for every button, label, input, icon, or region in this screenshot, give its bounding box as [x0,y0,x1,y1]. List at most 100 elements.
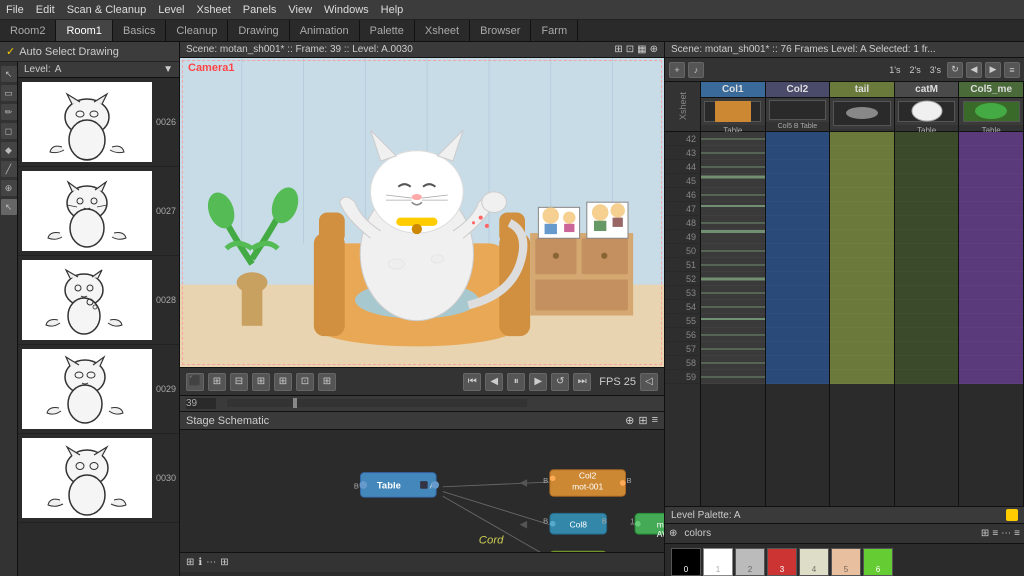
btn-step-back[interactable]: ◀ [485,373,503,391]
swatch-4[interactable]: 4 [799,548,829,576]
frame-num-50: 50 [665,244,700,258]
stage-zoom-icon[interactable]: ⊕ [625,414,634,427]
list-item[interactable]: 0026 [18,78,179,167]
btn-pause[interactable]: ⏸ [507,373,525,391]
tool-fill[interactable]: ◆ [1,142,17,158]
tool-select[interactable]: ▭ [1,85,17,101]
tl-time-1s[interactable]: 1's [886,65,903,75]
btn-view-mode[interactable]: ⊟ [230,373,248,391]
swatch-5[interactable]: 5 [831,548,861,576]
svg-text:mouth: mouth [657,520,664,530]
auto-select-bar: ✓ Auto Select Drawing [0,42,179,62]
palette-more-icon[interactable]: ≡ [1014,528,1020,539]
tab-basics[interactable]: Basics [113,20,166,41]
btn-render[interactable]: ⊞ [318,373,336,391]
stage-grid-icon[interactable]: ⊞ [220,557,228,568]
btn-fullscreen[interactable]: ⊡ [296,373,314,391]
stage-info-icon[interactable]: ℹ [198,557,202,568]
menu-windows[interactable]: Windows [324,4,369,16]
tab-drawing[interactable]: Drawing [228,20,289,41]
palette-list-icon[interactable]: ≡ [992,528,998,539]
btn-play[interactable]: ▶ [529,373,547,391]
node-graph-svg: Table A B Col2 mot-001 B B [180,430,664,572]
camera-label: Camera1 [188,62,234,74]
viewport: Camera1 [180,58,664,367]
frame-input[interactable] [186,398,216,409]
menu-help[interactable]: Help [381,4,404,16]
color-wheel-icon[interactable]: ⊕ [669,528,677,539]
menu-scan-cleanup[interactable]: Scan & Cleanup [67,4,147,16]
tab-palette[interactable]: Palette [360,20,415,41]
swatch-3[interactable]: 3 [767,548,797,576]
timeline-toolbar: + ♪ 1's 2's 3's ↻ ◀ ▶ ≡ [665,58,1024,82]
btn-fps-down[interactable]: ◁ [640,373,658,391]
tool-arrow[interactable]: ↖ [1,66,17,82]
btn-toggle-animate[interactable]: ⊞ [208,373,226,391]
col-header-col5me: Col5_me Table [959,82,1024,131]
scene-info-icon1[interactable]: ⊞ [614,44,622,55]
stage-nav-icon[interactable]: ⊞ [186,557,194,568]
scene-info-icon2[interactable]: ⊡ [626,44,634,55]
columns-header: Xsheet Col1 Table Col2 Col5 B Table [665,82,1024,132]
tab-room1[interactable]: Room1 [56,20,112,41]
btn-set-keyframe[interactable]: ⬛ [186,373,204,391]
tl-time-3s[interactable]: 3's [927,65,944,75]
drawings-panel: Level: A ▼ [18,62,179,576]
list-item[interactable]: 0030 [18,434,179,523]
swatch-0[interactable]: 0 [671,548,701,576]
stage-fit-icon[interactable]: ⊞ [638,414,647,427]
stage-options-icon[interactable]: ≡ [652,414,658,427]
btn-grid[interactable]: ⊞ [252,373,270,391]
list-item[interactable]: 0029 [18,345,179,434]
tl-col2 [766,132,831,506]
tool-zoom[interactable]: ⊕ [1,180,17,196]
stage-title: Stage Schematic [186,415,269,427]
tl-btn-next-key[interactable]: ▶ [985,62,1001,78]
scene-info-icon4[interactable]: ⊕ [650,44,658,55]
tl-btn-refresh[interactable]: ↻ [947,62,963,78]
auto-select-label: Auto Select Drawing [19,46,119,58]
tail-thumb [830,98,894,129]
btn-camera[interactable]: ⊞ [274,373,292,391]
tab-room2[interactable]: Room2 [0,20,56,41]
palette-grid-icon[interactable]: ⊞ [981,528,989,539]
tab-browser[interactable]: Browser [470,20,531,41]
swatch-6[interactable]: 6 [863,548,893,576]
tl-btn-add[interactable]: + [669,62,685,78]
tool-brush[interactable]: ✏ [1,104,17,120]
menu-edit[interactable]: Edit [36,4,55,16]
tab-farm[interactable]: Farm [531,20,578,41]
menu-level[interactable]: Level [158,4,184,16]
menu-file[interactable]: File [6,4,24,16]
scene-info-icon3[interactable]: ▦ [637,44,646,55]
tab-animation[interactable]: Animation [290,20,360,41]
menu-panels[interactable]: Panels [243,4,277,16]
tl-time-2s[interactable]: 2's [907,65,924,75]
swatch-1[interactable]: 1 [703,548,733,576]
frame-num-57: 57 [665,342,700,356]
list-item[interactable]: 0027 [18,167,179,256]
swatch-2[interactable]: 2 [735,548,765,576]
stage-dots-icon[interactable]: ⋯ [206,557,216,568]
level-name: A [55,64,62,75]
frame-num-47: 47 [665,202,700,216]
tl-btn-prev-key[interactable]: ◀ [966,62,982,78]
tool-eraser[interactable]: ◻ [1,123,17,139]
tool-line[interactable]: ╱ [1,161,17,177]
tab-cleanup[interactable]: Cleanup [166,20,228,41]
svg-text:B: B [602,517,607,526]
tab-xsheet[interactable]: Xsheet [415,20,470,41]
menu-xsheet[interactable]: Xsheet [197,4,231,16]
list-item[interactable]: 0028 [18,256,179,345]
btn-loop[interactable]: ↺ [551,373,569,391]
tl-btn-speaker[interactable]: ♪ [688,62,704,78]
tool-pointer[interactable]: ↖ [1,199,17,215]
drawings-chevron-icon[interactable]: ▼ [163,64,173,75]
btn-to-start[interactable]: ⏮ [463,373,481,391]
menu-view[interactable]: View [288,4,312,16]
tl-btn-options[interactable]: ≡ [1004,62,1020,78]
col5me-name: Col5_me [959,82,1023,98]
btn-to-end[interactable]: ⏭ [573,373,591,391]
center-panel: Scene: motan_sh001* :: Frame: 39 :: Leve… [180,42,664,576]
palette-options-icon[interactable]: ⋯ [1001,528,1011,539]
